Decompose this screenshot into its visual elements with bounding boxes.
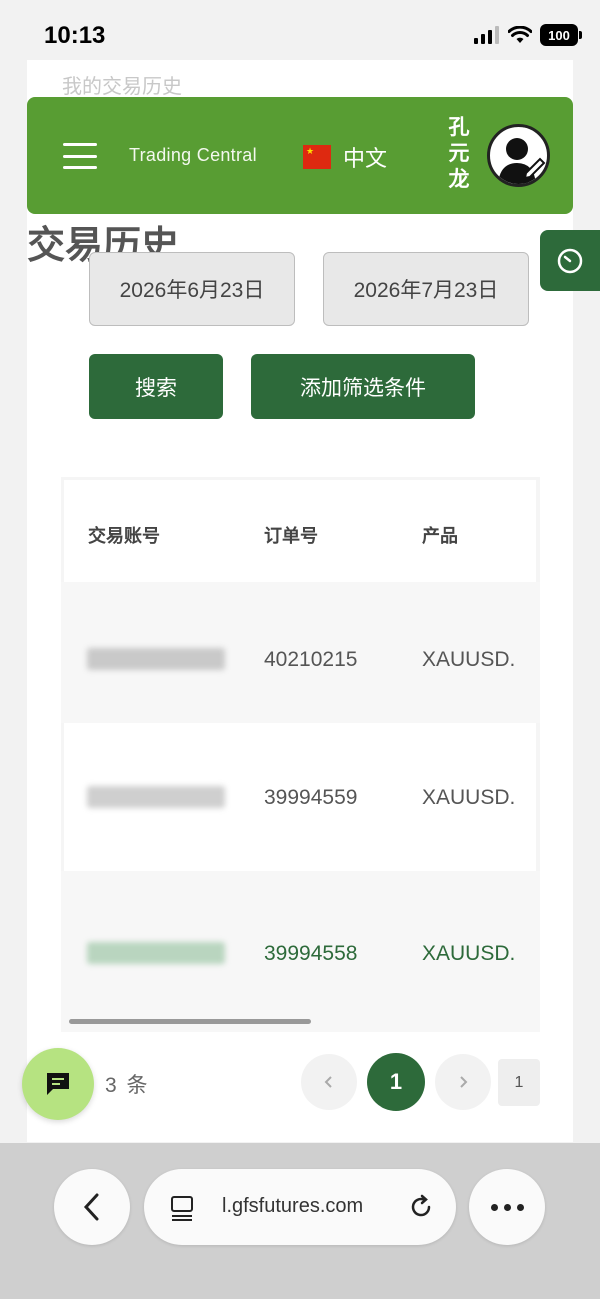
page-size-select[interactable]: 1	[498, 1059, 540, 1106]
app-header: Trading Central 中文 孔元龙	[27, 97, 573, 214]
record-count: 3 条	[105, 1074, 150, 1097]
account-number-redacted	[87, 942, 225, 964]
end-date-input[interactable]: 2026年7月23日	[323, 252, 529, 326]
search-button[interactable]: 搜索	[89, 354, 223, 419]
start-date-input[interactable]: 2026年6月23日	[89, 252, 295, 326]
language-label: 中文	[343, 146, 388, 171]
address-bar[interactable]: l.gfsfutures.com	[144, 1169, 456, 1245]
ellipsis-icon	[490, 1203, 524, 1211]
chevron-left-icon	[324, 1076, 332, 1088]
trade-history-table[interactable]: 交易账号 订单号 产品 40210215 XAUUSD. 39994559 XA…	[61, 477, 540, 1032]
battery-icon: 100	[540, 24, 582, 46]
side-history-tab[interactable]	[540, 230, 600, 291]
chevron-left-icon	[83, 1193, 99, 1221]
language-switcher[interactable]: 中文	[303, 141, 387, 173]
chat-bubble-icon	[47, 1073, 69, 1095]
more-options-button[interactable]	[469, 1169, 545, 1245]
page-1-button[interactable]: 1	[367, 1053, 425, 1111]
reload-icon[interactable]	[408, 1194, 434, 1220]
ghost-page-title: 我的交易历史	[62, 76, 182, 98]
url-text: l.gfsfutures.com	[222, 1195, 364, 1217]
table-horizontal-scrollbar[interactable]	[69, 1019, 311, 1024]
next-page-button[interactable]	[435, 1054, 491, 1110]
status-time: 10:13	[44, 22, 106, 49]
order-number: 40210215	[264, 648, 358, 671]
chat-button[interactable]	[22, 1048, 94, 1120]
browser-back-button[interactable]	[54, 1169, 130, 1245]
tab-overview-icon	[171, 1196, 193, 1221]
browser-toolbar: l.gfsfutures.com	[0, 1143, 600, 1299]
table-row[interactable]: 39994558 XAUUSD.	[61, 871, 540, 1032]
add-filter-button[interactable]: 添加筛选条件	[251, 354, 475, 419]
column-header-product[interactable]: 产品	[422, 522, 458, 548]
username: 孔元龙	[448, 116, 470, 191]
signal-icon	[474, 26, 499, 44]
brand-link[interactable]: Trading Central	[129, 145, 257, 166]
product-name: XAUUSD.	[422, 942, 516, 965]
table-header: 交易账号 订单号 产品	[64, 480, 536, 582]
account-number-redacted	[87, 786, 225, 808]
wifi-icon	[508, 26, 532, 43]
clock-icon	[557, 248, 583, 273]
chevron-right-icon	[460, 1076, 468, 1088]
user-silhouette-icon	[498, 138, 546, 184]
user-avatar[interactable]	[487, 124, 550, 187]
order-number: 39994559	[264, 786, 358, 809]
status-icons: 100	[474, 24, 582, 46]
prev-page-button[interactable]	[301, 1054, 357, 1110]
product-name: XAUUSD.	[422, 786, 516, 809]
table-row[interactable]: 40210215 XAUUSD.	[61, 582, 540, 723]
table-row[interactable]: 39994559 XAUUSD.	[64, 723, 536, 871]
column-header-order[interactable]: 订单号	[264, 522, 318, 548]
account-number-redacted	[87, 648, 225, 670]
column-header-account[interactable]: 交易账号	[88, 522, 160, 548]
product-name: XAUUSD.	[422, 648, 516, 671]
china-flag-icon	[303, 145, 331, 169]
hamburger-menu-icon[interactable]	[63, 143, 97, 169]
order-number: 39994558	[264, 942, 358, 965]
